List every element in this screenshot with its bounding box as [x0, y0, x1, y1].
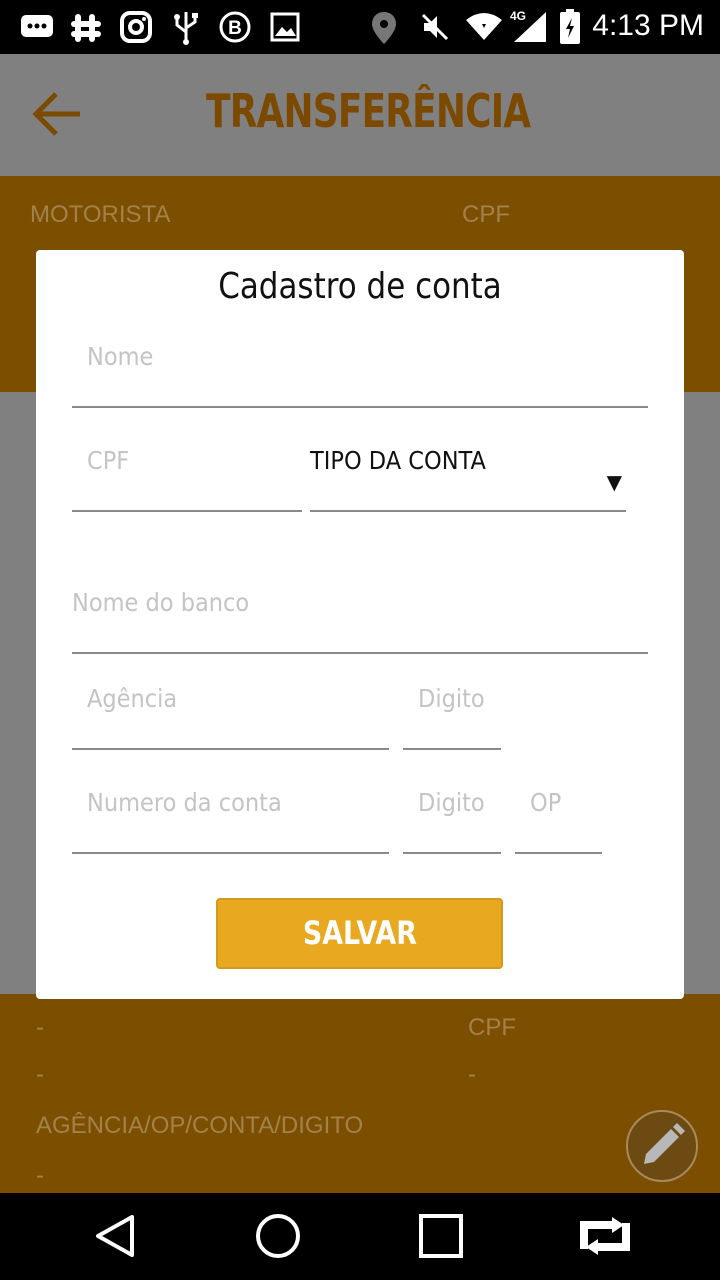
account-number-placeholder: Numero da conta	[87, 788, 282, 817]
battery-icon	[560, 9, 580, 44]
switch-app-icon[interactable]	[576, 1211, 634, 1261]
mute-icon	[421, 13, 449, 41]
nav-bar	[0, 1193, 720, 1280]
op-field[interactable]: OP	[515, 788, 602, 854]
cpf-label: CPF	[468, 1014, 516, 1041]
signal-icon: 4G	[510, 9, 546, 42]
dropdown-arrow-icon: ▼	[606, 470, 622, 494]
back-triangle-icon[interactable]	[90, 1211, 140, 1261]
account-info-band: - CPF - - AGÊNCIA/OP/CONTA/DIGITO -	[0, 994, 720, 1194]
cpf-value: -	[468, 1061, 476, 1088]
account-digit-field[interactable]: Digito	[403, 788, 501, 854]
pencil-icon	[644, 1123, 685, 1164]
cpf-field[interactable]: CPF	[72, 446, 302, 512]
account-type-label: TIPO DA CONTA	[310, 446, 486, 475]
dash-value: -	[36, 1061, 44, 1088]
account-type-select[interactable]: TIPO DA CONTA ▼	[310, 446, 626, 512]
edit-button[interactable]	[626, 1110, 698, 1182]
dash-value: -	[36, 1014, 44, 1041]
arrow-left-icon[interactable]	[30, 86, 86, 142]
cpf-label: CPF	[462, 201, 510, 228]
b-icon: B	[219, 11, 251, 43]
wifi-icon	[466, 13, 502, 40]
save-button-label: SALVAR	[302, 914, 417, 952]
account-digit-placeholder: Digito	[418, 788, 485, 817]
message-icon	[21, 15, 53, 37]
op-placeholder: OP	[530, 788, 562, 817]
page-title: TRANSFERÊNCIA	[206, 84, 531, 138]
cpf-placeholder: CPF	[87, 446, 130, 475]
slack-icon	[71, 14, 101, 42]
recents-square-icon[interactable]	[416, 1211, 466, 1261]
name-field[interactable]: Nome	[72, 342, 648, 408]
name-placeholder: Nome	[87, 342, 154, 371]
home-circle-icon[interactable]	[253, 1211, 303, 1261]
image-icon	[270, 12, 300, 42]
instagram-icon	[120, 11, 152, 43]
dialog-title: Cadastro de conta	[218, 266, 502, 307]
account-register-dialog: Cadastro de conta Nome CPF TIPO DA CONTA…	[36, 250, 684, 999]
agency-field[interactable]: Agência	[72, 684, 389, 750]
location-icon	[372, 12, 396, 44]
account-label: AGÊNCIA/OP/CONTA/DIGITO	[36, 1112, 364, 1139]
agency-digit-field[interactable]: Digito	[403, 684, 501, 750]
svg-text:B: B	[228, 18, 242, 39]
app-bar: TRANSFERÊNCIA	[0, 54, 720, 176]
svg-text:4G: 4G	[510, 9, 526, 23]
status-time: 4:13 PM	[592, 9, 704, 42]
save-button[interactable]: SALVAR	[216, 898, 503, 969]
bank-name-placeholder: Nome do banco	[72, 588, 250, 617]
motorista-label: MOTORISTA	[30, 201, 171, 228]
agency-placeholder: Agência	[87, 684, 178, 713]
bank-name-field[interactable]: Nome do banco	[72, 588, 648, 654]
status-bar: B 4G 4:13 PM	[0, 0, 720, 54]
agency-digit-placeholder: Digito	[418, 684, 485, 713]
account-value: -	[36, 1162, 44, 1189]
account-number-field[interactable]: Numero da conta	[72, 788, 389, 854]
usb-icon	[174, 12, 198, 45]
